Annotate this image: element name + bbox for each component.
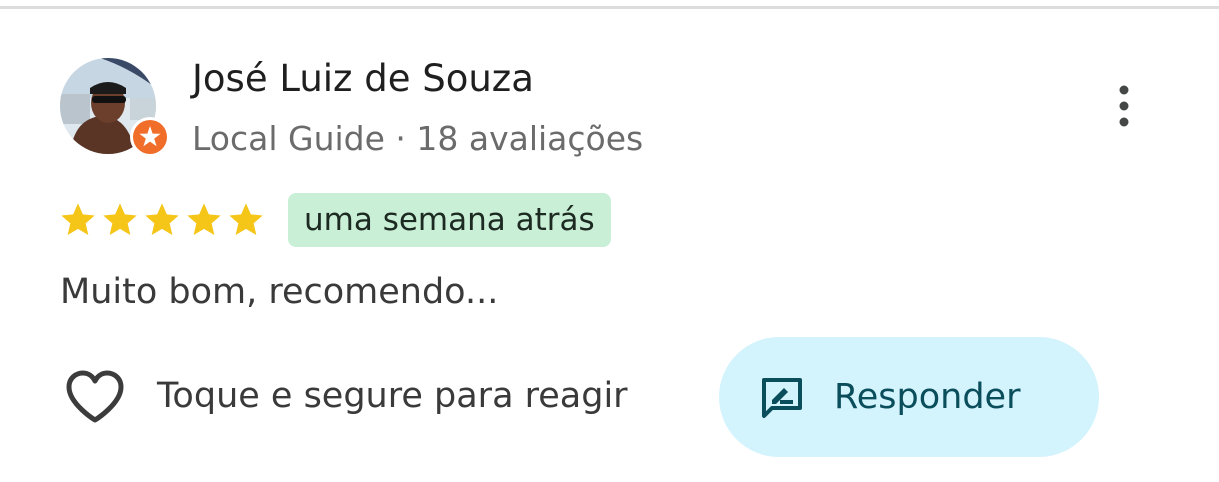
heart-outline-icon [66, 370, 124, 423]
react-hint-label: Toque e segure para reagir [157, 376, 628, 416]
review-time-chip: uma semana atrás [288, 193, 611, 247]
star-rating [58, 200, 266, 246]
local-guide-badge-icon [130, 117, 170, 157]
star-icon [187, 203, 221, 235]
star-icon [61, 203, 95, 235]
star-icon [229, 203, 263, 235]
more-vertical-icon [1119, 85, 1129, 127]
reviewer-meta: Local Guide · 18 avaliações [192, 119, 644, 158]
review-text[interactable]: Muito bom, recomendo... [60, 268, 498, 316]
more-options-button[interactable] [1100, 78, 1148, 134]
reviewer-name[interactable]: José Luiz de Souza [192, 56, 534, 102]
star-icon [145, 203, 179, 235]
reply-button[interactable]: Responder [719, 337, 1099, 457]
top-divider [0, 6, 1219, 9]
reply-button-label: Responder [834, 377, 1021, 417]
reply-chat-icon [762, 378, 802, 418]
react-heart-button[interactable] [60, 364, 130, 430]
star-icon [103, 203, 137, 235]
